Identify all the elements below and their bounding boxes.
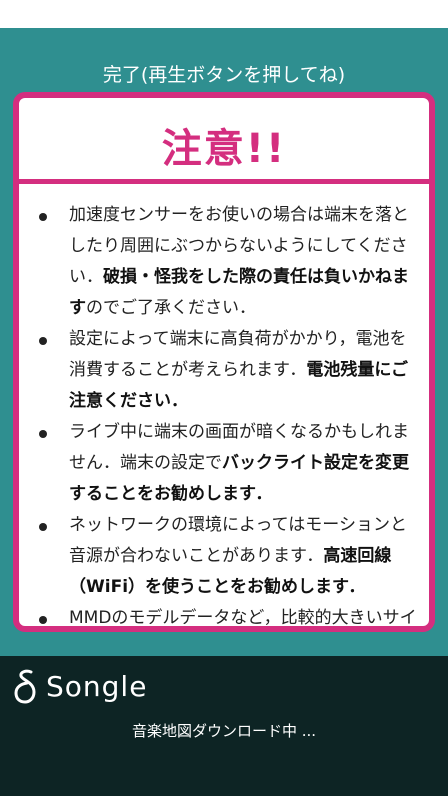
header-title: 完了(再生ボタンを押してね): [102, 64, 346, 86]
notice-item: MMDのモデルデータなど，比較的大きいサイズのデータの通信が発生します．3G: [19, 603, 429, 628]
notice-tail: のでご了承ください．: [86, 298, 256, 318]
bullet-icon: [39, 337, 47, 345]
bullet-icon: [39, 430, 47, 438]
bullet-icon: [39, 213, 47, 221]
notice-text: MMDのモデルデータなど，比較的大きいサイズのデータの通信が発生します．: [69, 608, 417, 628]
notice-item: ネットワークの環境によってはモーションと音源が合わないことがあります．高速回線（…: [19, 510, 429, 603]
loading-status: 音楽地図ダウンロード中 ...: [131, 722, 317, 740]
songle-brand: Songle: [12, 666, 147, 706]
bullet-icon: [39, 523, 47, 531]
notice-dialog: 注意!! 加速度センサーをお使いの場合は端末を落としたり周囲にぶつからないように…: [13, 92, 435, 632]
notice-list: 加速度センサーをお使いの場合は端末を落としたり周囲にぶつからないようにしてくださ…: [19, 200, 429, 628]
status-bar: [0, 0, 448, 28]
notice-item: ライブ中に端末の画面が暗くなるかもしれません．端末の設定でバックライト設定を変更…: [19, 417, 429, 510]
notice-item: 加速度センサーをお使いの場合は端末を落としたり周囲にぶつからないようにしてくださ…: [19, 200, 429, 324]
notice-item: 設定によって端末に高負荷がかかり，電池を消費することが考えられます．電池残量にご…: [19, 324, 429, 417]
dialog-title: 注意!!: [161, 126, 287, 172]
dialog-divider: [19, 179, 429, 184]
brand-name: Songle: [46, 669, 148, 703]
bullet-icon: [39, 616, 47, 624]
songle-logo-icon: [14, 669, 36, 704]
footer: Songle 音楽地図ダウンロード中 ...: [0, 656, 448, 796]
